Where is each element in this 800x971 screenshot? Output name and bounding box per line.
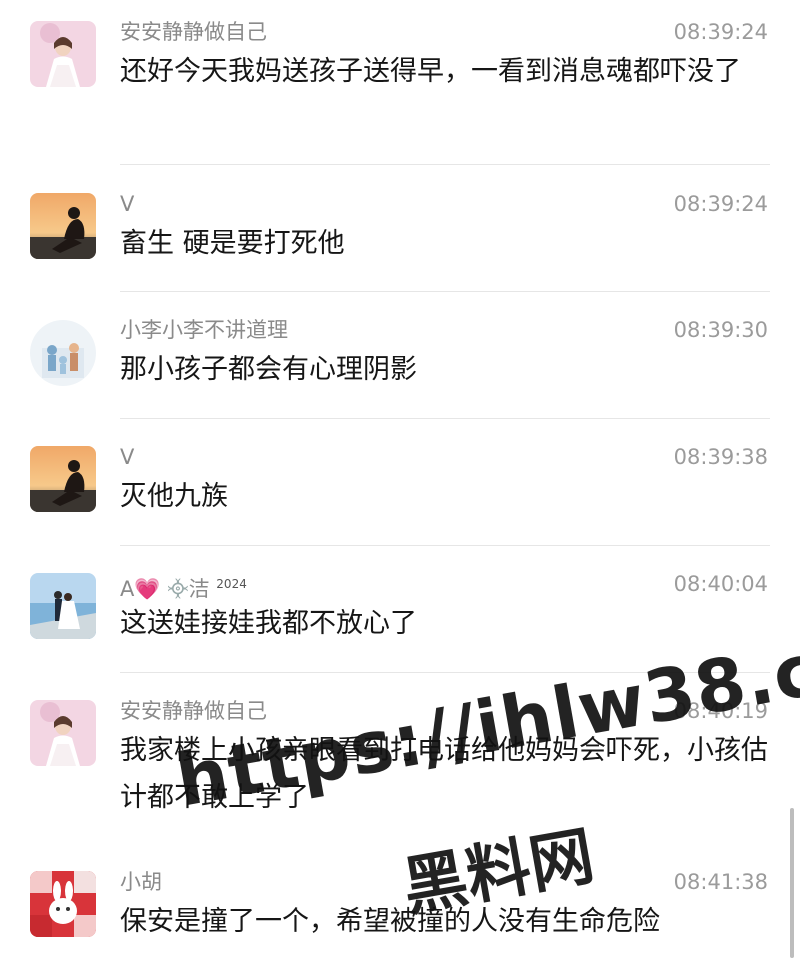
sender-name: 小李小李不讲道理 [120,318,288,342]
rabbit-collage-avatar [30,871,96,937]
timestamp: 08:39:24 [673,192,768,216]
sender-name: A💗 ᳀洁 2024 [120,570,247,603]
timestamp: 08:39:24 [673,20,768,44]
message-text: 灭他九族 [120,481,228,512]
timestamp: 08:40:04 [673,572,768,596]
message-text: 这送娃接娃我都不放心了 [120,608,417,639]
message-text: 那小孩子都会有心理阴影 [120,354,417,385]
sender-name: 安安静静做自己 [120,699,267,723]
sunset-silhouette-avatar [30,446,96,512]
sparkle-icon: ᳀ [167,577,189,601]
timestamp: 08:39:30 [673,318,768,342]
timestamp: 08:41:38 [673,870,768,894]
divider [120,418,770,419]
girl-white-dress-avatar [30,21,96,87]
wedding-couple-avatar [30,573,96,639]
avatar[interactable] [30,700,96,766]
sender-name: V [120,445,135,469]
message-text: 还好今天我妈送孩子送得早，一看到消息魂都吓没了 [120,56,741,87]
avatar[interactable] [30,871,96,937]
sender-name-prefix: A [120,577,135,601]
avatar[interactable] [30,21,96,87]
sunset-silhouette-avatar [30,193,96,259]
divider [120,545,770,546]
sender-name: V [120,192,135,216]
avatar[interactable] [30,573,96,639]
heart-icon: 💗 [134,577,161,601]
family-illustration-avatar [30,320,96,386]
sender-name: 安安静静做自己 [120,20,267,44]
avatar[interactable] [30,320,96,386]
timestamp: 08:39:38 [673,445,768,469]
girl-white-dress-avatar [30,700,96,766]
sender-name-superscript: 2024 [216,577,247,591]
message-text: 畜生 硬是要打死他 [120,228,345,259]
sender-name-suffix: 洁 [188,577,210,601]
divider [120,164,770,165]
avatar[interactable] [30,193,96,259]
avatar[interactable] [30,446,96,512]
divider [120,291,770,292]
scrollbar[interactable] [790,808,794,958]
sender-name: 小胡 [120,870,162,894]
